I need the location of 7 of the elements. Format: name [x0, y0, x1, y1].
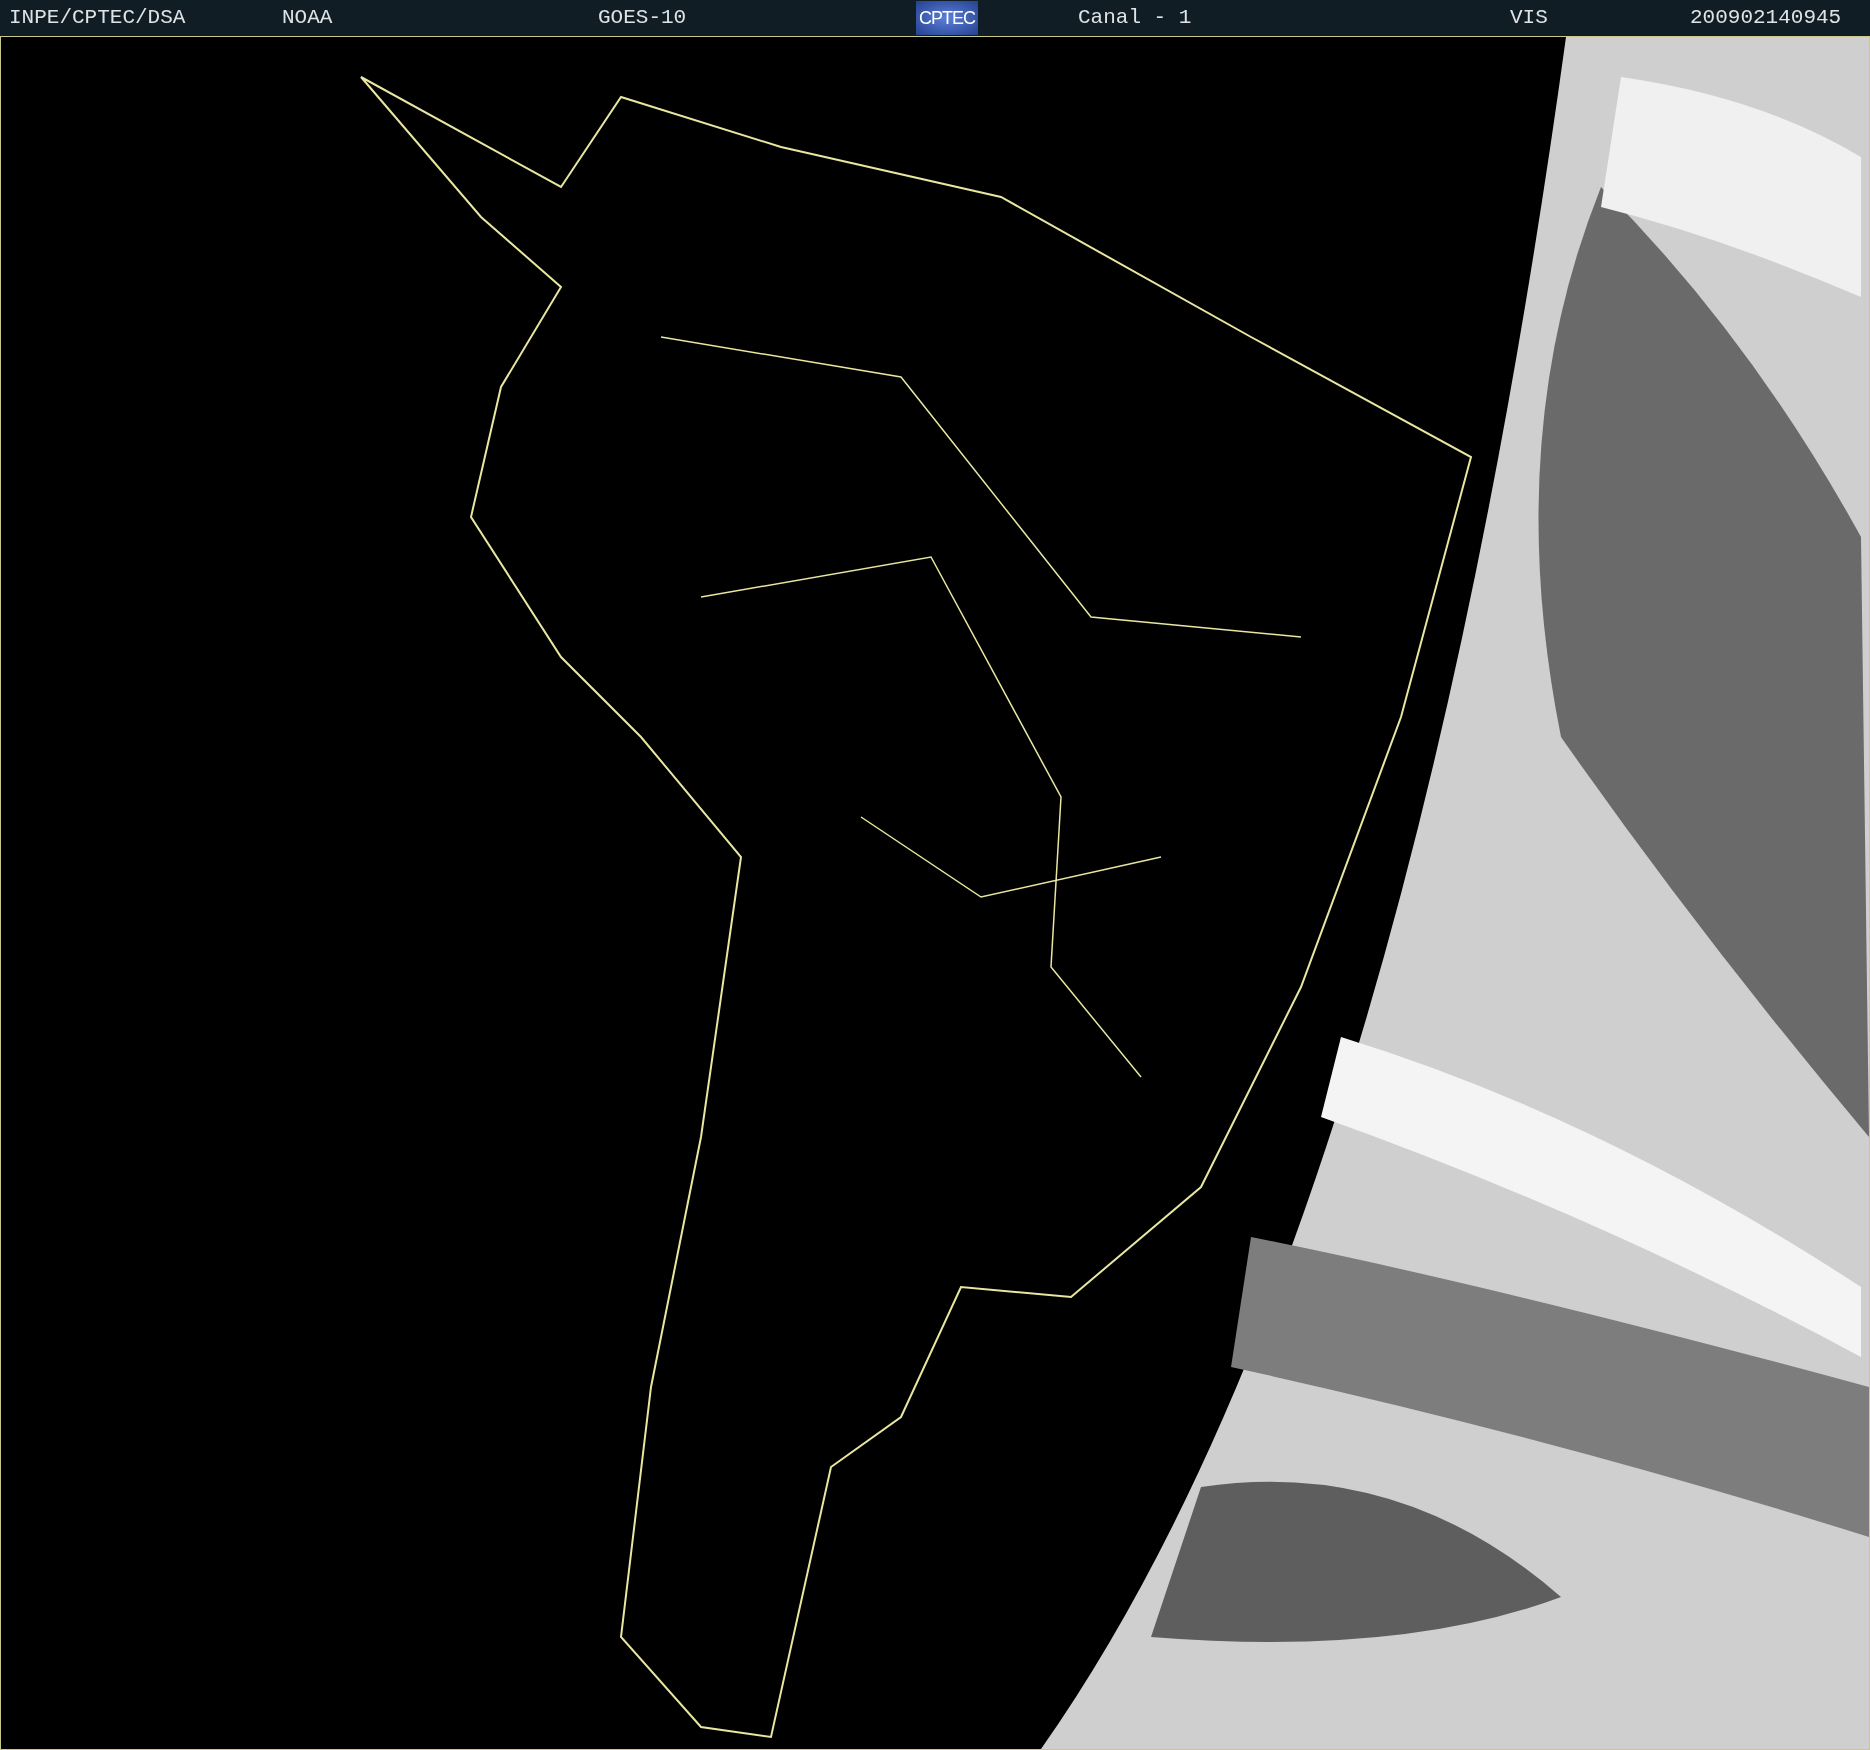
header-label: GOES-10	[598, 5, 687, 32]
header-label: VIS	[1510, 5, 1548, 32]
header-label: NOAA	[282, 5, 333, 32]
header-label: 200902140945	[1690, 5, 1842, 32]
logo: CPTEC	[916, 1, 978, 35]
header-label: Canal - 1	[1078, 5, 1192, 32]
header-label: INPE/CPTEC/DSA	[9, 5, 186, 32]
